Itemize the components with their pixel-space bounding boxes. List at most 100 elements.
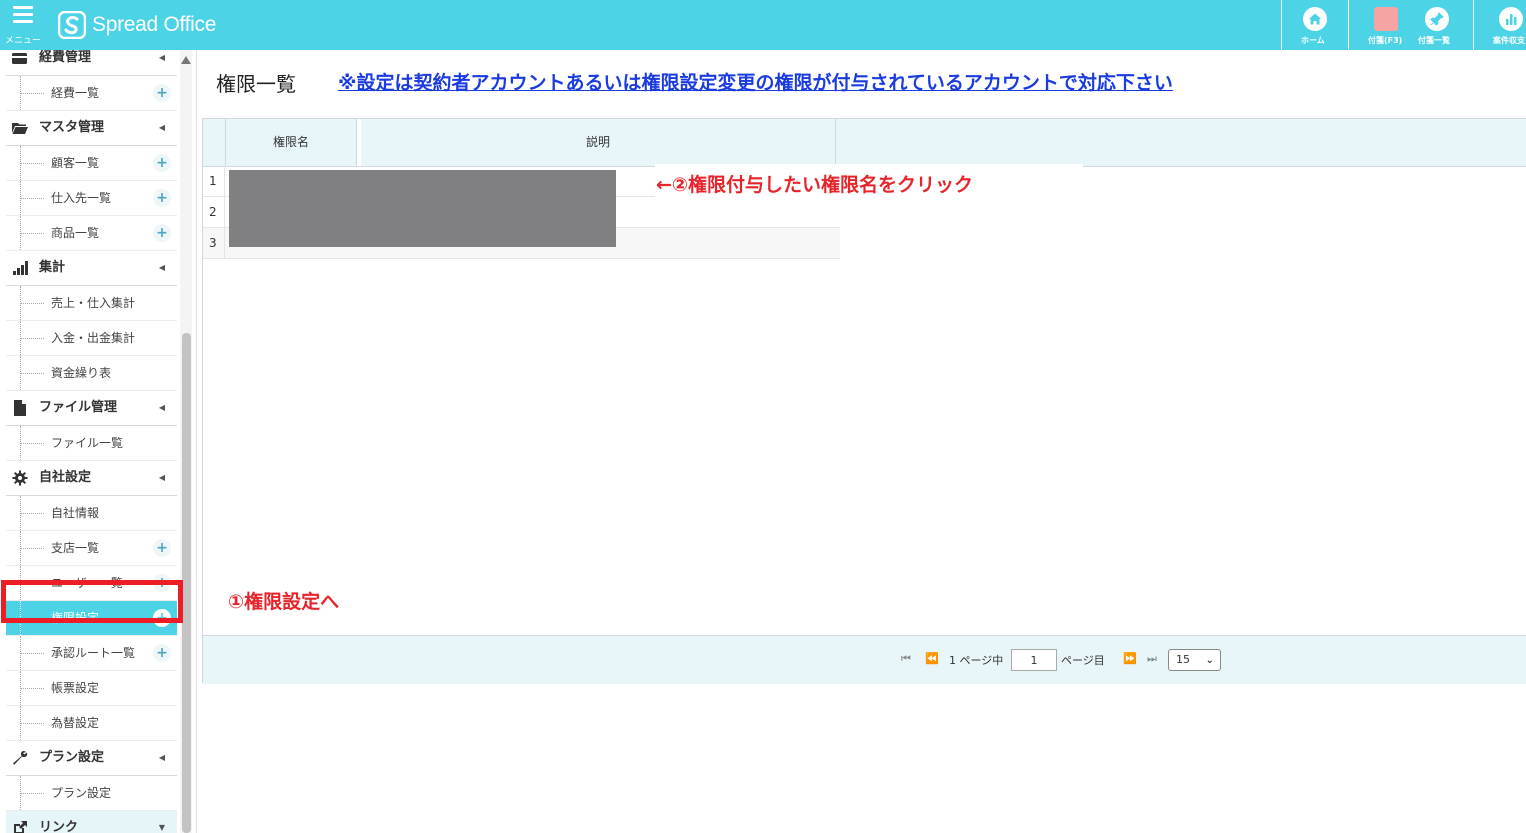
collapse-arrow-icon: ◀ xyxy=(158,753,165,762)
sidebar-item-products[interactable]: 商品一覧 + xyxy=(6,216,177,251)
row-number: 2 xyxy=(203,197,225,227)
prev-page-icon[interactable]: ⏪ xyxy=(925,652,939,665)
logo-text: Spread Office xyxy=(92,13,217,36)
add-approval-route-button[interactable]: + xyxy=(153,644,171,662)
bar-chart-icon xyxy=(1499,7,1523,31)
annotation-step-1: ①権限設定へ xyxy=(228,591,340,613)
sidebar-item-label: 資金繰り表 xyxy=(51,366,112,380)
sidebar: 経費管理 ◀ 経費一覧 + マスタ管理 ◀ 顧客一覧 + 仕入先一覧 + 商品一… xyxy=(0,50,197,833)
home-icon xyxy=(1303,7,1327,31)
section-title: マスタ管理 xyxy=(39,120,105,135)
sidebar-item-label: 入金・出金集計 xyxy=(51,331,136,345)
sidebar-item-cash-flow[interactable]: 資金繰り表 xyxy=(6,356,177,391)
sidebar-item-label: 売上・仕入集計 xyxy=(51,296,136,310)
row-number-header xyxy=(203,119,226,166)
sidebar-section-plan[interactable]: プラン設定 ◀ xyxy=(6,741,177,776)
total-pages-text: 1 ページ中 xyxy=(949,654,1004,667)
project-profit-button[interactable]: 案件収支 xyxy=(1473,0,1526,50)
sidebar-section-expense[interactable]: 経費管理 ◀ xyxy=(6,50,177,76)
menu-button[interactable]: メニュー xyxy=(0,0,46,50)
spread-office-logo-icon xyxy=(58,11,86,39)
row-number: 3 xyxy=(203,228,225,258)
sidebar-item-label: 顧客一覧 xyxy=(51,156,100,170)
sidebar-item-customers[interactable]: 顧客一覧 + xyxy=(6,146,177,181)
sticky-list-label: 付箋一覧 xyxy=(1418,36,1450,45)
redacted-area xyxy=(229,170,616,247)
next-page-icon[interactable]: ⏩ xyxy=(1123,652,1137,665)
annotation-step-2: ←②権限付与したい権限名をクリック xyxy=(656,174,974,196)
row-number: 1 xyxy=(203,166,225,196)
sidebar-item-label: 承認ルート一覧 xyxy=(51,646,136,660)
collapse-arrow-icon: ◀ xyxy=(158,123,165,132)
sidebar-section-files[interactable]: ファイル管理 ◀ xyxy=(6,391,177,426)
section-title: 集計 xyxy=(39,260,66,275)
sidebar-item-plan-settings[interactable]: プラン設定 xyxy=(6,776,177,811)
add-customer-button[interactable]: + xyxy=(153,154,171,172)
table-header: 権限名 説明 xyxy=(203,119,1526,167)
sidebar-item-label: 経費一覧 xyxy=(51,86,100,100)
sidebar-item-file-list[interactable]: ファイル一覧 xyxy=(6,426,177,461)
last-page-icon[interactable]: ⏭ xyxy=(1147,652,1157,666)
page-suffix-text: ページ目 xyxy=(1061,654,1105,667)
add-product-button[interactable]: + xyxy=(153,224,171,242)
home-button[interactable]: ホーム xyxy=(1281,0,1349,50)
sidebar-item-label: 自社情報 xyxy=(51,506,100,520)
folder-open-icon xyxy=(12,123,28,134)
add-expense-button[interactable]: + xyxy=(153,84,171,102)
sidebar-item-payment-summary[interactable]: 入金・出金集計 xyxy=(6,321,177,356)
section-title: 自社設定 xyxy=(39,470,92,485)
collapse-arrow-icon: ◀ xyxy=(158,473,165,482)
sidebar-item-suppliers[interactable]: 仕入先一覧 + xyxy=(6,181,177,216)
page-size-select[interactable]: 15 ⌄ xyxy=(1168,649,1221,671)
page-title: 権限一覧 xyxy=(216,72,296,96)
scroll-up-icon[interactable] xyxy=(181,56,191,64)
pin-icon[interactable] xyxy=(1425,7,1449,31)
first-page-icon[interactable]: ⏮ xyxy=(901,652,911,666)
gear-icon xyxy=(12,470,28,486)
add-supplier-button[interactable]: + xyxy=(153,189,171,207)
sticky-note-group: 付箋(F3) 付箋一覧 xyxy=(1348,0,1474,50)
wallet-icon xyxy=(12,53,27,64)
section-title: リンク xyxy=(39,820,79,833)
app-logo[interactable]: Spread Office xyxy=(58,10,216,40)
sticky-note-button[interactable] xyxy=(1374,7,1398,31)
sidebar-item-label: ファイル一覧 xyxy=(51,436,124,450)
sidebar-section-links[interactable]: リンク ▼ xyxy=(6,811,177,833)
collapse-arrow-icon: ◀ xyxy=(158,263,165,272)
collapse-arrow-icon: ◀ xyxy=(158,403,165,412)
section-title: 経費管理 xyxy=(39,50,92,65)
sidebar-item-label: プラン設定 xyxy=(51,786,112,800)
section-title: プラン設定 xyxy=(39,750,105,765)
sidebar-section-company-settings[interactable]: 自社設定 ◀ xyxy=(6,461,177,496)
page-size-value: 15 xyxy=(1176,653,1190,666)
hamburger-icon xyxy=(13,6,33,27)
project-profit-label: 案件収支 xyxy=(1493,36,1525,45)
sidebar-item-exchange-settings[interactable]: 為替設定 xyxy=(6,706,177,741)
add-branch-button[interactable]: + xyxy=(153,539,171,557)
sidebar-item-label: 支店一覧 xyxy=(51,541,100,555)
collapse-arrow-icon: ◀ xyxy=(158,53,165,62)
sidebar-item-branches[interactable]: 支店一覧 + xyxy=(6,531,177,566)
sidebar-item-expense-list[interactable]: 経費一覧 + xyxy=(6,76,177,111)
highlight-box xyxy=(1,580,183,623)
external-link-icon xyxy=(14,821,27,833)
bar-chart-icon xyxy=(13,261,28,275)
sidebar-item-label: 帳票設定 xyxy=(51,681,100,695)
section-title: ファイル管理 xyxy=(39,400,118,415)
sidebar-item-label: 商品一覧 xyxy=(51,226,100,240)
sidebar-item-report-settings[interactable]: 帳票設定 xyxy=(6,671,177,706)
sidebar-item-approval-routes[interactable]: 承認ルート一覧 + xyxy=(6,636,177,671)
wrench-icon xyxy=(13,750,28,765)
column-header-description[interactable]: 説明 xyxy=(361,119,836,166)
sidebar-section-summary[interactable]: 集計 ◀ xyxy=(6,251,177,286)
column-header-name[interactable]: 権限名 xyxy=(226,119,357,166)
menu-label: メニュー xyxy=(4,36,41,46)
notice-link[interactable]: ※設定は契約者アカウントあるいは権限設定変更の権限が付与されているアカウントで対… xyxy=(338,68,1173,95)
page-number-input[interactable]: 1 xyxy=(1011,649,1057,671)
scrollbar-thumb[interactable] xyxy=(182,333,191,833)
sidebar-item-sales-purchase-summary[interactable]: 売上・仕入集計 xyxy=(6,286,177,321)
sidebar-item-company-info[interactable]: 自社情報 xyxy=(6,496,177,531)
sticky-note-label: 付箋(F3) xyxy=(1368,36,1403,45)
sidebar-section-master[interactable]: マスタ管理 ◀ xyxy=(6,111,177,146)
home-label: ホーム xyxy=(1301,36,1325,45)
